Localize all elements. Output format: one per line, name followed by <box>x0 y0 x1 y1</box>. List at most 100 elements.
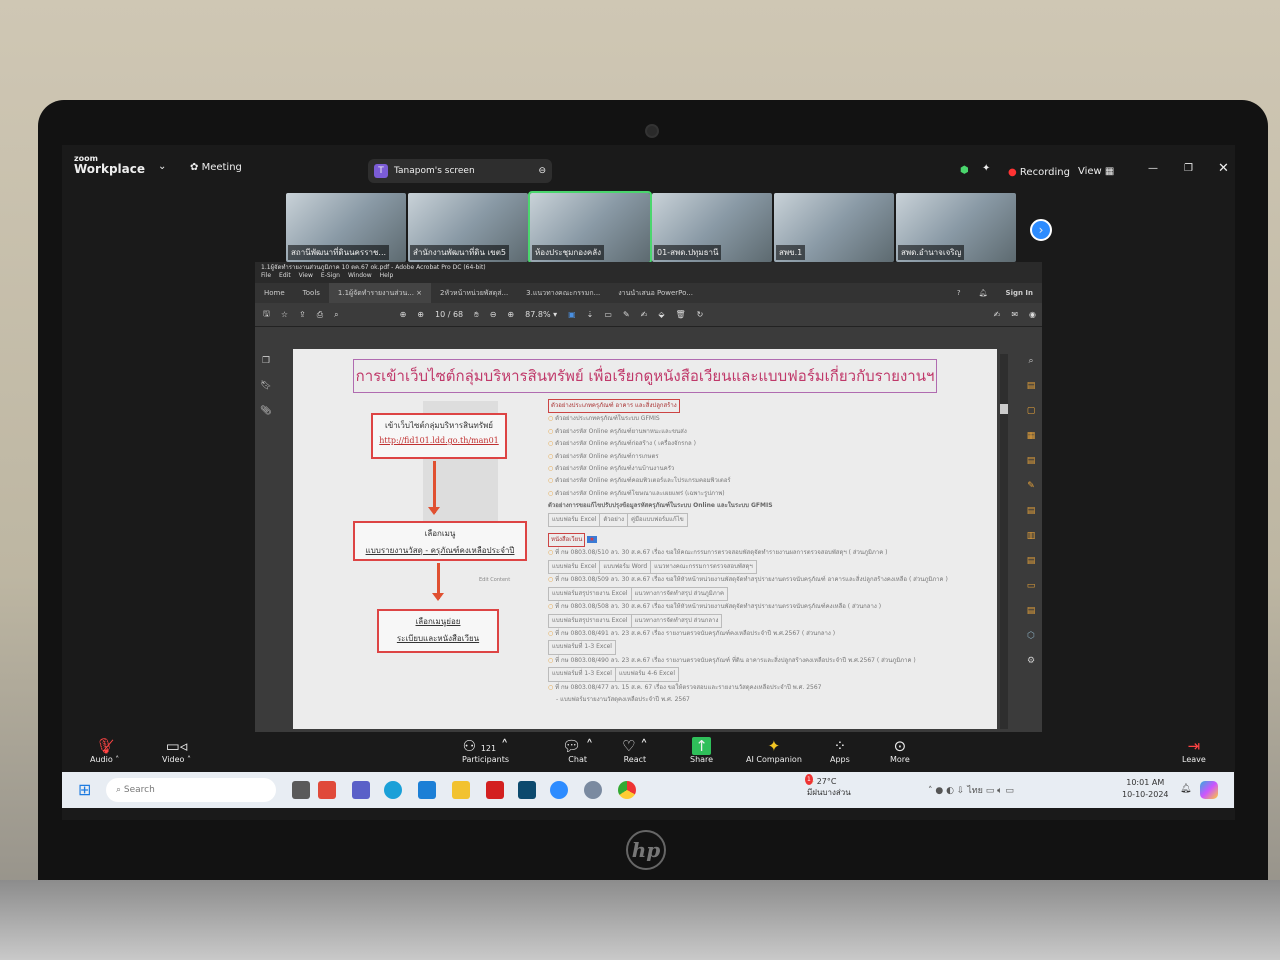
upload-icon[interactable]: ⇪ <box>299 310 306 319</box>
zoom-tool-icon[interactable]: ⌕ <box>1020 349 1042 374</box>
more-button[interactable]: ⊙ More <box>890 737 910 764</box>
tab-document-2[interactable]: 2หัวหน้าหน่วยพัสดุส่... <box>431 288 517 299</box>
letter-item[interactable]: ○ ที่ กษ 0803.08/491 ลว. 23 ส.ค.67 เรื่อ… <box>548 628 988 640</box>
pen-icon[interactable]: ✎ <box>623 310 630 319</box>
notification-icon[interactable]: 🔔︎ <box>1180 784 1191 794</box>
prev-page-icon[interactable]: ⊕ <box>400 310 407 319</box>
list-item[interactable]: ○ ตัวอย่างรหัส Online ครุภัณฑ์งานบ้านงาน… <box>548 463 988 475</box>
menu-esign[interactable]: E-Sign <box>321 272 340 283</box>
weather-widget[interactable]: ☀ 27°Cมีฝนบางส่วน1 <box>805 774 851 798</box>
form-link[interactable]: แบบฟอร์ม Word <box>599 559 652 575</box>
participant-tile[interactable]: สพด.อำนาจเจริญ <box>896 193 1016 262</box>
letter-item[interactable]: ○ ที่ กษ 0803.08/510 ลว. 30 ส.ค.67 เรื่อ… <box>548 547 988 559</box>
form-link[interactable]: แบบฟอร์มสรุปรายงาน Excel <box>548 613 632 628</box>
fill-sign-tool-icon[interactable]: ✎ <box>1020 474 1042 499</box>
view-button[interactable]: View ▦ <box>1078 166 1114 177</box>
more-tools-icon[interactable]: ⚙ <box>1020 649 1042 674</box>
form-link[interactable]: แนวทางการจัดทำสรุป ส่วนภูมิภาค <box>630 586 729 602</box>
attachment-icon[interactable]: 📎︎ <box>255 399 277 424</box>
zoom-out-icon[interactable]: ⊖ <box>490 310 497 319</box>
list-item[interactable]: ○ ตัวอย่างรหัส Online ครุภัณฑ์โฆษณาและเผ… <box>548 488 988 500</box>
chat-button[interactable]: 💬︎ ˄ Chat <box>562 737 593 764</box>
next-page-arrow-icon[interactable]: › <box>1030 219 1052 241</box>
print-icon[interactable]: ⎙ <box>317 310 323 320</box>
list-item[interactable]: ○ ตัวอย่างรหัส Online ครุภัณฑ์คอมพิวเตอร… <box>548 475 988 487</box>
participant-tile[interactable]: สถานีพัฒนาที่ดินนครราช... <box>286 193 406 262</box>
search-icon[interactable]: ⌕ <box>334 310 338 320</box>
mail-app-icon[interactable] <box>418 781 436 799</box>
adobe-acrobat-icon[interactable] <box>486 781 504 799</box>
delete-icon[interactable]: 🗑︎ <box>676 310 686 319</box>
task-view-icon[interactable] <box>292 781 310 799</box>
tab-tools[interactable]: Tools <box>294 289 329 297</box>
video-button[interactable]: ▭◃ Video ˄ <box>162 737 191 764</box>
tab-document-4[interactable]: งานนำเสนอ PowerPo... <box>609 288 702 299</box>
leave-button[interactable]: ⇥ Leave <box>1182 737 1206 764</box>
react-button[interactable]: ♡ ˄ React <box>622 737 648 764</box>
logo-chevron-icon[interactable]: ⌄ <box>158 161 166 172</box>
hand-icon[interactable]: ✋︎ <box>474 310 479 320</box>
close-button[interactable]: ✕ <box>1218 161 1229 176</box>
menu-help[interactable]: Help <box>380 272 394 283</box>
rotate-icon[interactable]: ↻ <box>697 310 704 319</box>
zoom-level[interactable]: 87.8% ▾ <box>525 310 557 319</box>
form-link[interactable]: แนวทางการจัดทำสรุป ส่วนกลาง <box>630 613 723 628</box>
menu-edit[interactable]: Edit <box>279 272 291 283</box>
form-link[interactable]: แบบฟอร์มที่ 1-3 Excel <box>548 667 616 682</box>
menu-window[interactable]: Window <box>348 272 372 283</box>
letter-item[interactable]: ○ ที่ กษ 0803.08/508 ลว. 30 ส.ค.67 เรื่อ… <box>548 601 988 613</box>
clock[interactable]: 10:01 AM 10-10-2024 <box>1122 777 1169 801</box>
bell-icon[interactable]: 🔔︎ <box>970 289 997 297</box>
scroll-mode-icon[interactable]: ⇣ <box>587 310 594 319</box>
fit-page-icon[interactable]: ▣ <box>568 310 576 319</box>
tab-home[interactable]: Home <box>255 289 294 297</box>
acrobat-reader-icon[interactable] <box>318 781 336 799</box>
zoom-logo[interactable]: zoom Workplace <box>74 153 145 175</box>
ai-companion-button[interactable]: ✦ AI Companion <box>746 737 802 764</box>
participant-tile-active-speaker[interactable]: ห้องประชุมกองคลัง <box>528 191 652 264</box>
sign-icon[interactable]: ✍ <box>641 310 648 319</box>
participant-tile[interactable]: สำนักงานพัฒนาที่ดิน เขต5 <box>408 193 528 262</box>
edit-pdf-icon[interactable]: ▤ <box>1020 449 1042 474</box>
form-link[interactable]: ตัวอย่าง <box>599 512 629 528</box>
participant-tile[interactable]: 01-สพด.ปทุมธานี <box>652 193 772 262</box>
scan-icon[interactable]: ▥ <box>1020 524 1042 549</box>
pages-icon[interactable]: ❐ <box>255 349 277 374</box>
print-production-icon[interactable]: ▤ <box>1020 599 1042 624</box>
send-icon[interactable]: ▤ <box>1020 549 1042 574</box>
windows-start-icon[interactable]: ⊞ <box>78 780 91 799</box>
participant-tile[interactable]: สพข.1 <box>774 193 894 262</box>
form-link[interactable]: แนวทางคณะกรรมการตรวจสอบพัสดุฯ <box>650 559 757 575</box>
form-link[interactable]: แบบฟอร์ม Excel <box>548 512 601 528</box>
zoom-app-icon[interactable] <box>550 781 568 799</box>
webex-icon[interactable] <box>518 781 536 799</box>
comment-bubble-icon[interactable]: ▭ <box>1020 574 1042 599</box>
edge-icon[interactable] <box>384 781 402 799</box>
export-pdf-icon[interactable]: ▤ <box>1020 374 1042 399</box>
form-link[interactable]: คู่มือแบบฟอร์มแก้ไข <box>627 512 688 528</box>
letter-item[interactable]: ○ ที่ กษ 0803.08/490 ลว. 23 ส.ค.67 เรื่อ… <box>548 655 988 667</box>
help-icon[interactable]: ? <box>948 289 970 297</box>
list-item[interactable]: ○ ตัวอย่างรหัส Online ครุภัณฑ์ยานพาหนะแล… <box>548 426 988 438</box>
form-link[interactable]: - แบบฟอร์มรายงานวัสดุคงเหลือประจำปี พ.ศ.… <box>548 694 988 706</box>
menu-view[interactable]: View <box>299 272 313 283</box>
chrome-icon[interactable] <box>618 781 636 799</box>
sparkle-icon[interactable]: ✦ <box>982 163 990 174</box>
comment-tool-icon[interactable]: ▢ <box>1020 399 1042 424</box>
letter-item[interactable]: ○ ที่ กษ 0803.08/509 ลว. 30 ส.ค.67 เรื่อ… <box>548 574 988 586</box>
meeting-menu[interactable]: ✿ Meeting <box>190 162 242 173</box>
fill-sign-icon[interactable]: ✍ <box>994 310 1001 319</box>
star-icon[interactable]: ☆ <box>281 310 288 319</box>
shield-icon[interactable]: ⬢ <box>960 165 969 176</box>
sign-in-button[interactable]: Sign In <box>997 289 1042 297</box>
apps-button[interactable]: ⁘ Apps <box>830 737 850 764</box>
menu-file[interactable]: File <box>261 272 271 283</box>
audio-button[interactable]: 🎙︎̸ Audio ˄ <box>90 737 119 764</box>
letter-item[interactable]: ○ ที่ กษ 0803.08/477 ลว. 15 ส.ค. 67 เรื่… <box>548 682 988 694</box>
form-link[interactable]: แบบฟอร์ม Excel <box>548 559 601 575</box>
tab-document-1[interactable]: 1.1ผู้จัดทำรายงานส่วน... × <box>328 283 432 303</box>
form-link[interactable]: แบบฟอร์มสรุปรายงาน Excel <box>548 586 632 602</box>
list-item[interactable]: ○ ตัวอย่างประเภทครุภัณฑ์ในระบบ GFMIS <box>548 413 988 425</box>
share-button[interactable]: ↑ Share <box>690 737 713 764</box>
form-link[interactable]: แบบฟอร์ม 4-6 Excel <box>614 667 680 682</box>
